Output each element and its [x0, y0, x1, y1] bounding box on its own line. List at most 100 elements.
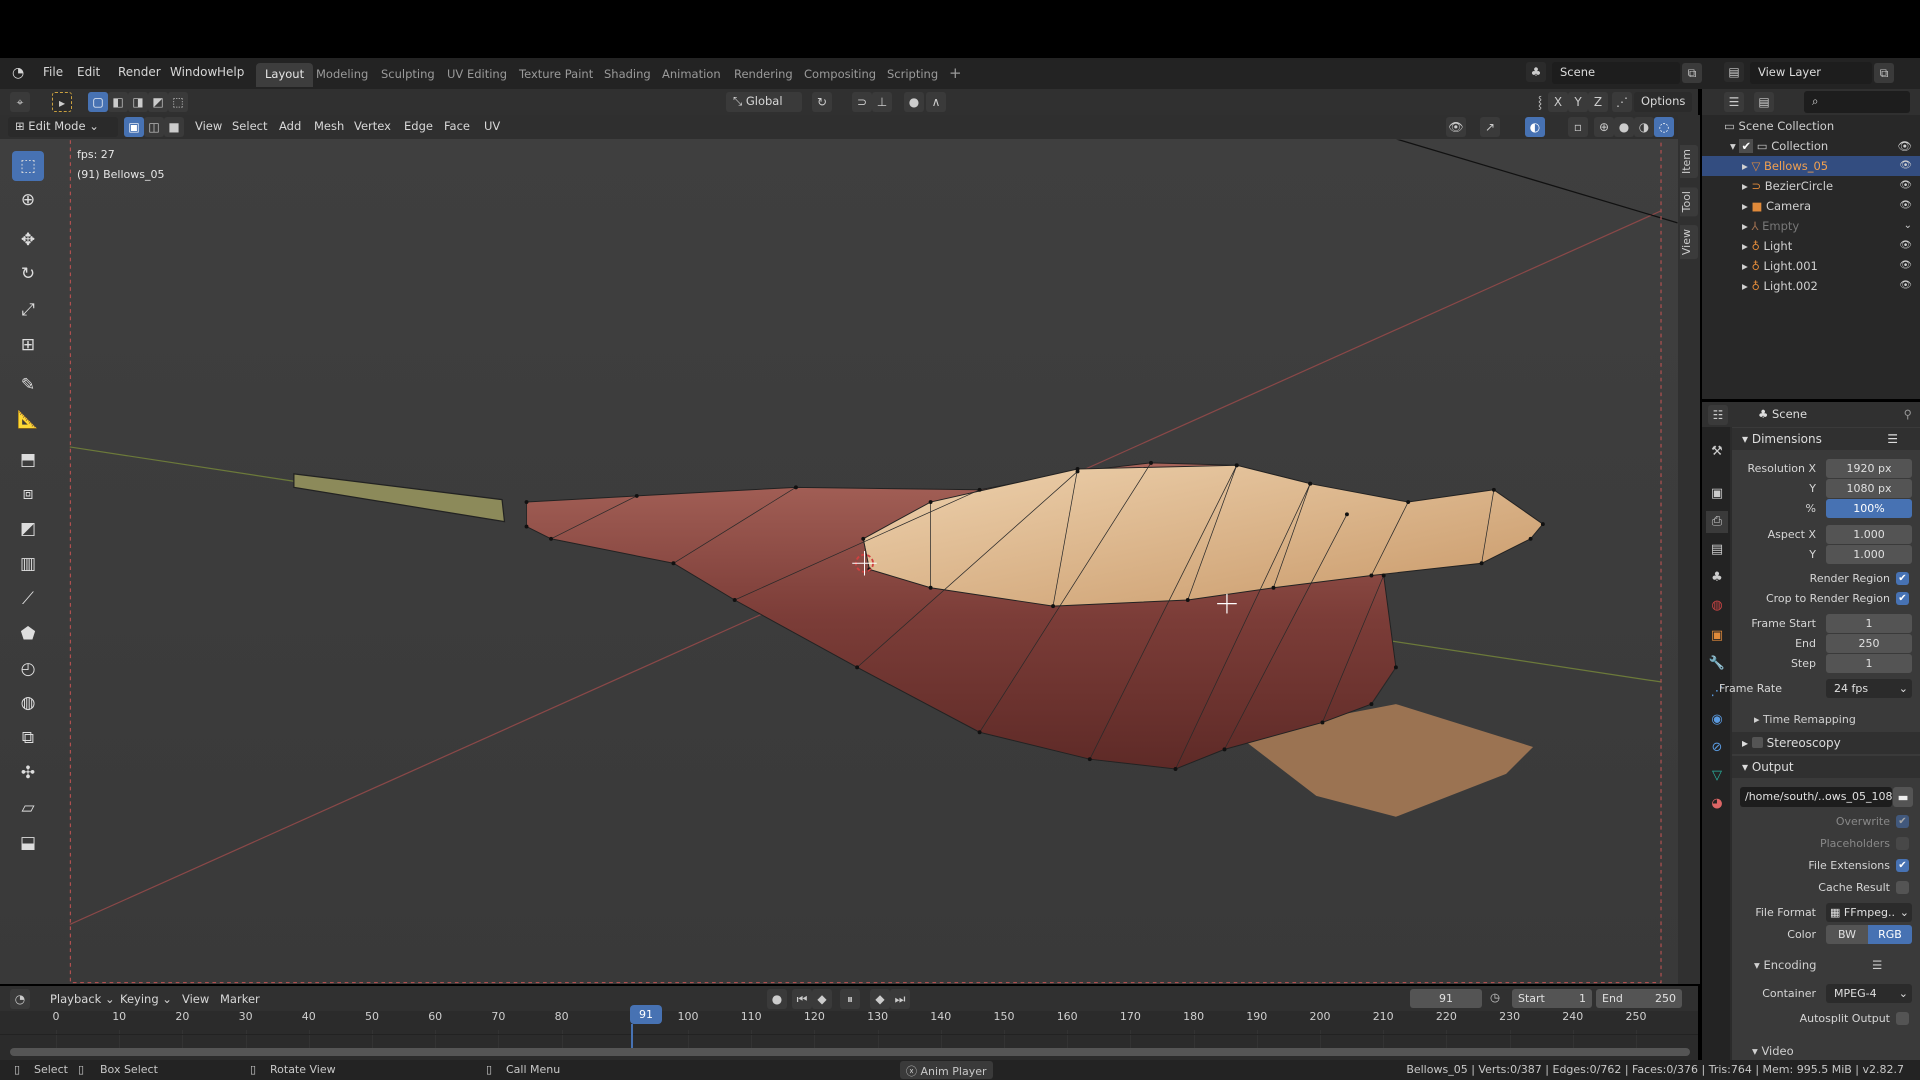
inset-faces-tool-icon[interactable]: ⧈ [12, 479, 44, 509]
outliner-search-input[interactable]: ⌕ [1804, 91, 1910, 113]
rip-region-tool-icon[interactable]: ⬓ [12, 828, 44, 858]
eye-icon[interactable]: 👁 [1899, 156, 1912, 176]
crop-checkbox[interactable]: ✔ [1896, 592, 1909, 605]
dimensions-panel-header[interactable]: ▾ Dimensions ☰ [1732, 428, 1920, 450]
measure-tool-icon[interactable]: 📐 [12, 405, 44, 435]
autosplit-checkbox[interactable] [1896, 1012, 1909, 1025]
scale-tool-icon[interactable]: ⤢ [12, 295, 44, 325]
cache-result-checkbox[interactable] [1896, 881, 1909, 894]
eye-icon[interactable]: 👁 [1899, 196, 1912, 216]
view-layer-tab-icon[interactable]: ▤ [1706, 539, 1728, 561]
file-extensions-label: File Extensions [1808, 859, 1890, 872]
spin-tool-icon[interactable]: ◴ [12, 654, 44, 684]
annotate-tool-icon[interactable]: ✎ [12, 370, 44, 400]
rotate-tool-icon[interactable]: ↻ [12, 259, 44, 289]
frame-step-field[interactable]: 1 [1826, 654, 1912, 673]
output-tab-icon[interactable]: ⎙ [1706, 511, 1728, 533]
object-info: (91) Bellows_05 [77, 168, 165, 181]
physics-tab-icon[interactable]: ◉ [1706, 709, 1728, 731]
object-tab-icon[interactable]: ▣ [1706, 625, 1728, 647]
outliner-item[interactable]: ▸ ♁ Light.001 👁 [1702, 256, 1920, 276]
tab-view[interactable]: View [1680, 225, 1698, 260]
outliner-item[interactable]: ▸ ⅄ Empty ⌄ [1702, 216, 1920, 236]
tab-tool[interactable]: Tool [1680, 187, 1698, 217]
knife-tool-icon[interactable]: ⟋ [12, 584, 44, 614]
edge-slide-tool-icon[interactable]: ⧉ [12, 723, 44, 753]
eye-icon[interactable]: ⌄ [1904, 216, 1912, 236]
transform-tool-icon[interactable]: ⊞ [12, 330, 44, 360]
outliner-item[interactable]: ▸ ♁ Light 👁 [1702, 236, 1920, 256]
outliner-item[interactable]: ▸ ⊃ BezierCircle 👁 [1702, 176, 1920, 196]
data-tab-icon[interactable]: ▽ [1706, 765, 1728, 787]
resolution-y-field[interactable]: 1080 px [1826, 479, 1912, 498]
modifier-tab-icon[interactable]: 🔧 [1706, 653, 1728, 675]
stereoscopy-checkbox[interactable] [1751, 737, 1763, 748]
presets-icon[interactable]: ☰ [1887, 428, 1898, 450]
cursor-tool-icon[interactable]: ⊕ [12, 185, 44, 215]
color-bw-button[interactable]: BW [1826, 925, 1868, 944]
shrink-fatten-tool-icon[interactable]: ✣ [12, 758, 44, 788]
render-region-checkbox[interactable]: ✔ [1896, 572, 1909, 585]
container-dropdown[interactable]: MPEG-4 ⌄ [1826, 984, 1912, 1003]
file-extensions-checkbox[interactable]: ✔ [1896, 859, 1909, 872]
extrude-region-tool-icon[interactable]: ⬒ [12, 445, 44, 475]
resolution-x-label: Resolution X [1747, 462, 1816, 475]
output-path-field[interactable]: /home/south/..ows_05_1080 [1740, 787, 1899, 807]
stereoscopy-panel-header[interactable]: ▸ Stereoscopy [1732, 732, 1920, 754]
outliner-item[interactable]: ▸ ♁ Light.002 👁 [1702, 276, 1920, 296]
timeline-scrollbar[interactable] [10, 1048, 1690, 1056]
eye-icon[interactable]: 👁 [1899, 256, 1912, 276]
anim-player-button[interactable]: ⓧ Anim Player [900, 1061, 993, 1079]
poly-build-tool-icon[interactable]: ⬟ [12, 619, 44, 649]
eye-icon[interactable]: 👁 [1899, 276, 1912, 296]
filter-icon[interactable]: ▤ [1754, 92, 1774, 112]
checkbox-icon[interactable]: ✔ [1739, 139, 1754, 153]
output-panel-header[interactable]: ▾ Output [1732, 756, 1920, 778]
overwrite-checkbox[interactable]: ✔ [1896, 815, 1909, 828]
resolution-x-field[interactable]: 1920 px [1826, 459, 1912, 478]
smooth-tool-icon[interactable]: ◍ [12, 688, 44, 718]
shear-tool-icon[interactable]: ▱ [12, 793, 44, 823]
frame-start-field[interactable]: 1 [1826, 614, 1912, 633]
tab-item[interactable]: Item [1680, 145, 1698, 179]
mesh-vertex [1173, 767, 1178, 771]
file-format-dropdown[interactable]: ▦ FFmpeg.. ⌄ [1826, 903, 1912, 922]
frame-rate-dropdown[interactable]: 24 fps ⌄ [1826, 679, 1912, 698]
output-title: Output [1751, 760, 1794, 774]
video-title: Video [1761, 1044, 1794, 1058]
outliner-item[interactable]: ▸ ■ Camera 👁 [1702, 196, 1920, 216]
encoding-presets-icon[interactable]: ☰ [1872, 958, 1882, 972]
outliner-scene-collection[interactable]: ▭ Scene Collection [1702, 116, 1920, 136]
material-tab-icon[interactable]: ◕ [1706, 793, 1728, 815]
scene-tab-icon[interactable]: ♣ [1706, 567, 1728, 589]
world-tab-icon[interactable]: ◍ [1706, 595, 1728, 617]
loop-cut-tool-icon[interactable]: ▥ [12, 549, 44, 579]
playhead[interactable]: 91 [630, 1005, 662, 1024]
placeholders-checkbox[interactable] [1896, 837, 1909, 850]
display-mode-icon[interactable]: ☰ [1724, 92, 1744, 112]
resolution-percent-field[interactable]: 100% [1826, 499, 1912, 518]
bevel-tool-icon[interactable]: ◩ [12, 514, 44, 544]
pin-icon[interactable]: ⚲ [1904, 407, 1912, 421]
time-remapping-subpanel[interactable]: ▸ Time Remapping [1754, 713, 1856, 726]
frame-end-field[interactable]: 250 [1826, 634, 1912, 653]
aspect-y-field[interactable]: 1.000 [1826, 545, 1912, 564]
outliner-collection[interactable]: ▾ ✔ ▭ Collection 👁 [1702, 136, 1920, 156]
move-tool-icon[interactable]: ✥ [12, 225, 44, 255]
outliner-item[interactable]: ▸ ▽ Bellows_05 👁 [1702, 156, 1920, 176]
tool-tab-icon[interactable]: ⚒ [1706, 441, 1728, 463]
color-rgb-button[interactable]: RGB [1868, 925, 1912, 944]
editor-type-icon[interactable]: ☷ [1708, 405, 1728, 425]
render-tab-icon[interactable]: ▣ [1706, 483, 1728, 505]
eye-icon[interactable]: 👁 [1899, 236, 1912, 256]
select-box-tool-icon[interactable]: ⬚ [12, 151, 44, 181]
light-icon: ♁ [1751, 239, 1764, 253]
eye-icon[interactable]: 👁 [1897, 136, 1912, 156]
video-subpanel[interactable]: ▾ Video [1752, 1044, 1794, 1058]
aspect-x-field[interactable]: 1.000 [1826, 525, 1912, 544]
eye-icon[interactable]: 👁 [1899, 176, 1912, 196]
constraints-tab-icon[interactable]: ⊘ [1706, 737, 1728, 759]
folder-icon[interactable]: ▬ [1893, 787, 1913, 807]
timeline-ruler[interactable]: 0 10 20 30 40 50 60 70 80 100 110 120 130 140 150 160 17… [0, 980, 1698, 1054]
encoding-subpanel[interactable]: ▾ Encoding [1754, 958, 1816, 972]
